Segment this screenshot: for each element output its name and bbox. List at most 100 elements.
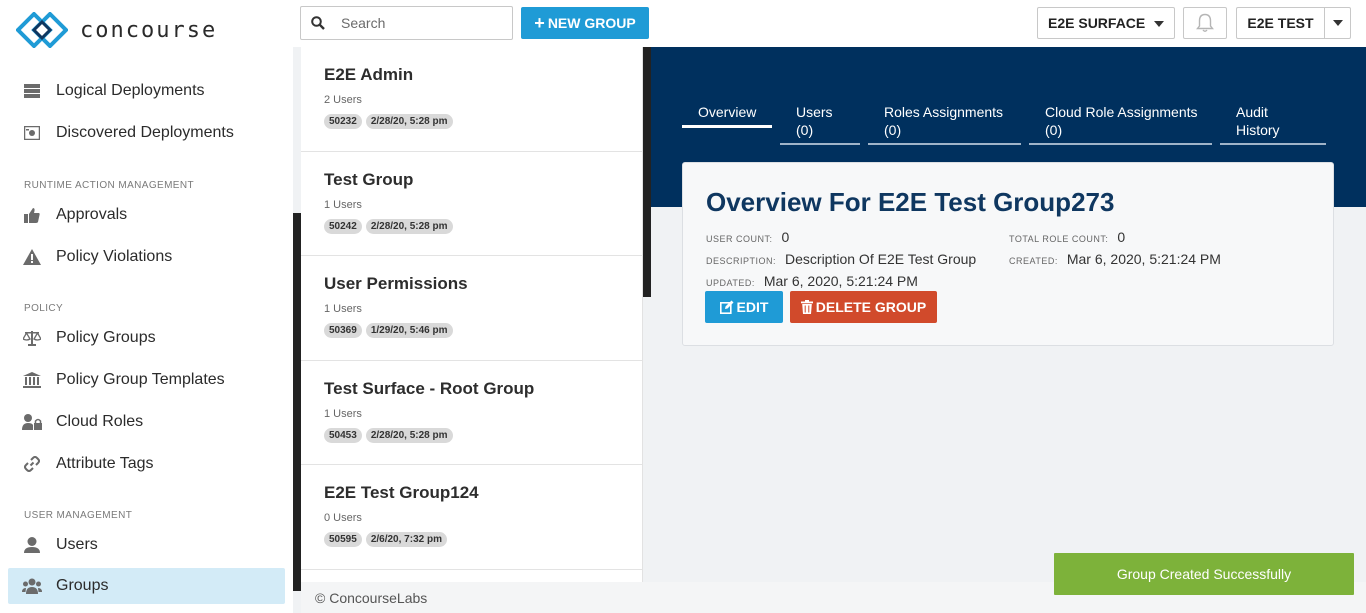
tab-active-indicator (682, 125, 772, 128)
tab-underline (1029, 143, 1212, 145)
edit-label: EDIT (736, 299, 769, 315)
tenant-dropdown[interactable]: E2E SURFACE (1037, 7, 1175, 39)
group-user-count: 2 Users (324, 94, 362, 106)
tab-label-line2: History (1236, 122, 1280, 138)
edit-button[interactable]: EDIT (705, 291, 783, 323)
group-user-count: 1 Users (324, 303, 362, 315)
sidebar-item-users[interactable]: Users (8, 527, 285, 563)
tab-underline (868, 143, 1021, 145)
section-title-policy: POLICY (24, 303, 64, 314)
sidebar-item-label: Policy Groups (56, 329, 156, 346)
group-list: E2E Admin 2 Users 50232 2/28/20, 5:28 pm… (301, 47, 643, 582)
updated-field: UPDATED: Mar 6, 2020, 5:21:24 PM (706, 273, 918, 289)
field-label: DESCRIPTION: (706, 256, 777, 266)
sidebar-item-policy-groups[interactable]: Policy Groups (8, 320, 285, 356)
tab-underline (780, 143, 860, 145)
sidebar-scrollbar[interactable] (293, 213, 301, 591)
tab-users[interactable]: Users (0) (796, 103, 833, 139)
warning-icon (22, 247, 42, 267)
group-id-badge: 50242 (324, 218, 362, 234)
caret-down-icon (1154, 21, 1164, 27)
group-user-count: 1 Users (324, 407, 362, 420)
tab-count: (0) (1045, 122, 1063, 138)
thumbs-up-icon (22, 205, 42, 225)
sidebar-item-label: Groups (56, 577, 109, 594)
user-count-value: 0 (781, 229, 790, 245)
user-name[interactable]: E2E TEST (1237, 8, 1325, 38)
total-role-count-field: TOTAL ROLE COUNT: 0 (1009, 229, 1125, 245)
logo[interactable]: concourse (16, 12, 217, 48)
user-icon (22, 535, 42, 555)
tab-cloud-role-assignments[interactable]: Cloud Role Assignments (0) (1045, 103, 1198, 139)
sidebar-item-attribute-tags[interactable]: Attribute Tags (8, 446, 285, 482)
plus-icon: + (534, 12, 545, 33)
server-icon (22, 81, 42, 101)
description-value: Description Of E2E Test Group (785, 251, 977, 267)
sidebar-item-cloud-roles[interactable]: Cloud Roles (8, 404, 285, 440)
new-group-label: NEW GROUP (547, 15, 636, 31)
sidebar-item-approvals[interactable]: Approvals (8, 197, 285, 233)
group-user-count: 0 Users (324, 512, 362, 524)
sidebar-item-label: Discovered Deployments (56, 124, 234, 141)
group-detail-panel: Overview Users (0) Roles Assignments (0)… (651, 47, 1366, 582)
field-label: UPDATED: (706, 278, 755, 288)
field-label: USER COUNT: (706, 234, 773, 244)
tab-overview[interactable]: Overview (698, 103, 756, 121)
tab-count: (0) (796, 122, 814, 138)
section-title-user-management: USER MANAGEMENT (24, 510, 133, 521)
discovered-icon (22, 123, 42, 143)
tenant-label: E2E SURFACE (1048, 15, 1146, 31)
sidebar-item-label: Approvals (56, 206, 128, 223)
group-user-count: 1 Users (324, 198, 362, 211)
group-id-badge: 50369 (324, 323, 362, 338)
search-box (300, 6, 513, 40)
tab-underline (1220, 143, 1326, 145)
tab-roles-assignments[interactable]: Roles Assignments (0) (884, 103, 1003, 139)
field-label: TOTAL ROLE COUNT: (1009, 234, 1109, 244)
delete-group-button[interactable]: DELETE GROUP (790, 291, 937, 323)
tab-label: Users (796, 104, 833, 120)
group-name: E2E Test Group124 (324, 483, 479, 502)
tab-audit-history[interactable]: Audit History (1236, 103, 1280, 139)
description-field: DESCRIPTION: Description Of E2E Test Gro… (706, 251, 976, 267)
sidebar-item-groups[interactable]: Groups (8, 568, 285, 604)
group-date-badge: 1/29/20, 5:46 pm (365, 323, 453, 338)
total-role-count-value: 0 (1117, 229, 1126, 245)
group-date-badge: 2/6/20, 7:32 pm (365, 532, 447, 547)
brand-name: concourse (80, 17, 218, 43)
user-lock-icon (22, 412, 42, 432)
group-list-item[interactable]: Test Surface - Root Group 1 Users 50453 … (301, 361, 642, 465)
group-list-item[interactable]: E2E Admin 2 Users 50232 2/28/20, 5:28 pm (301, 47, 642, 152)
sidebar-item-label: Attribute Tags (56, 455, 154, 472)
caret-down-icon (1332, 20, 1343, 26)
group-list-item[interactable]: E2E Test Group124 0 Users 50595 2/6/20, … (301, 465, 642, 570)
group-list-item[interactable]: Test Group 1 Users 50242 2/28/20, 5:28 p… (301, 152, 642, 256)
concourse-logo-icon (16, 12, 68, 48)
group-list-scrollbar[interactable] (643, 47, 651, 297)
overview-title: Overview For E2E Test Group273 (706, 187, 1115, 217)
tab-label: Audit (1236, 104, 1268, 120)
search-input[interactable] (341, 15, 501, 31)
sidebar-item-discovered-deployments[interactable]: Discovered Deployments (8, 115, 285, 151)
balance-scale-icon (22, 328, 42, 348)
sidebar-item-logical-deployments[interactable]: Logical Deployments (8, 73, 285, 109)
sidebar-item-label: Policy Group Templates (56, 371, 225, 388)
sidebar-item-policy-group-templates[interactable]: Policy Group Templates (8, 362, 285, 398)
user-menu-toggle[interactable] (1325, 8, 1350, 38)
group-date-badge: 2/28/20, 5:28 pm (365, 427, 453, 443)
success-toast[interactable]: Group Created Successfully (1054, 553, 1354, 595)
group-list-item[interactable]: User Permissions 1 Users 50369 1/29/20, … (301, 256, 642, 361)
section-title-runtime: RUNTIME ACTION MANAGEMENT (24, 180, 195, 191)
tab-label: Cloud Role Assignments (1045, 104, 1198, 120)
trash-icon (800, 300, 813, 314)
sidebar: concourse Logical Deployments Discovered… (0, 0, 293, 613)
copyright-text: © ConcourseLabs (315, 590, 428, 606)
tab-label: Overview (698, 104, 757, 120)
user-menu[interactable]: E2E TEST (1236, 7, 1351, 39)
sidebar-item-policy-violations[interactable]: Policy Violations (8, 239, 285, 275)
sidebar-item-label: Logical Deployments (56, 82, 205, 99)
group-id-badge: 50232 (324, 114, 362, 129)
notifications-button[interactable] (1183, 7, 1227, 39)
group-name: Test Group (324, 169, 414, 189)
new-group-button[interactable]: + NEW GROUP (521, 7, 649, 39)
